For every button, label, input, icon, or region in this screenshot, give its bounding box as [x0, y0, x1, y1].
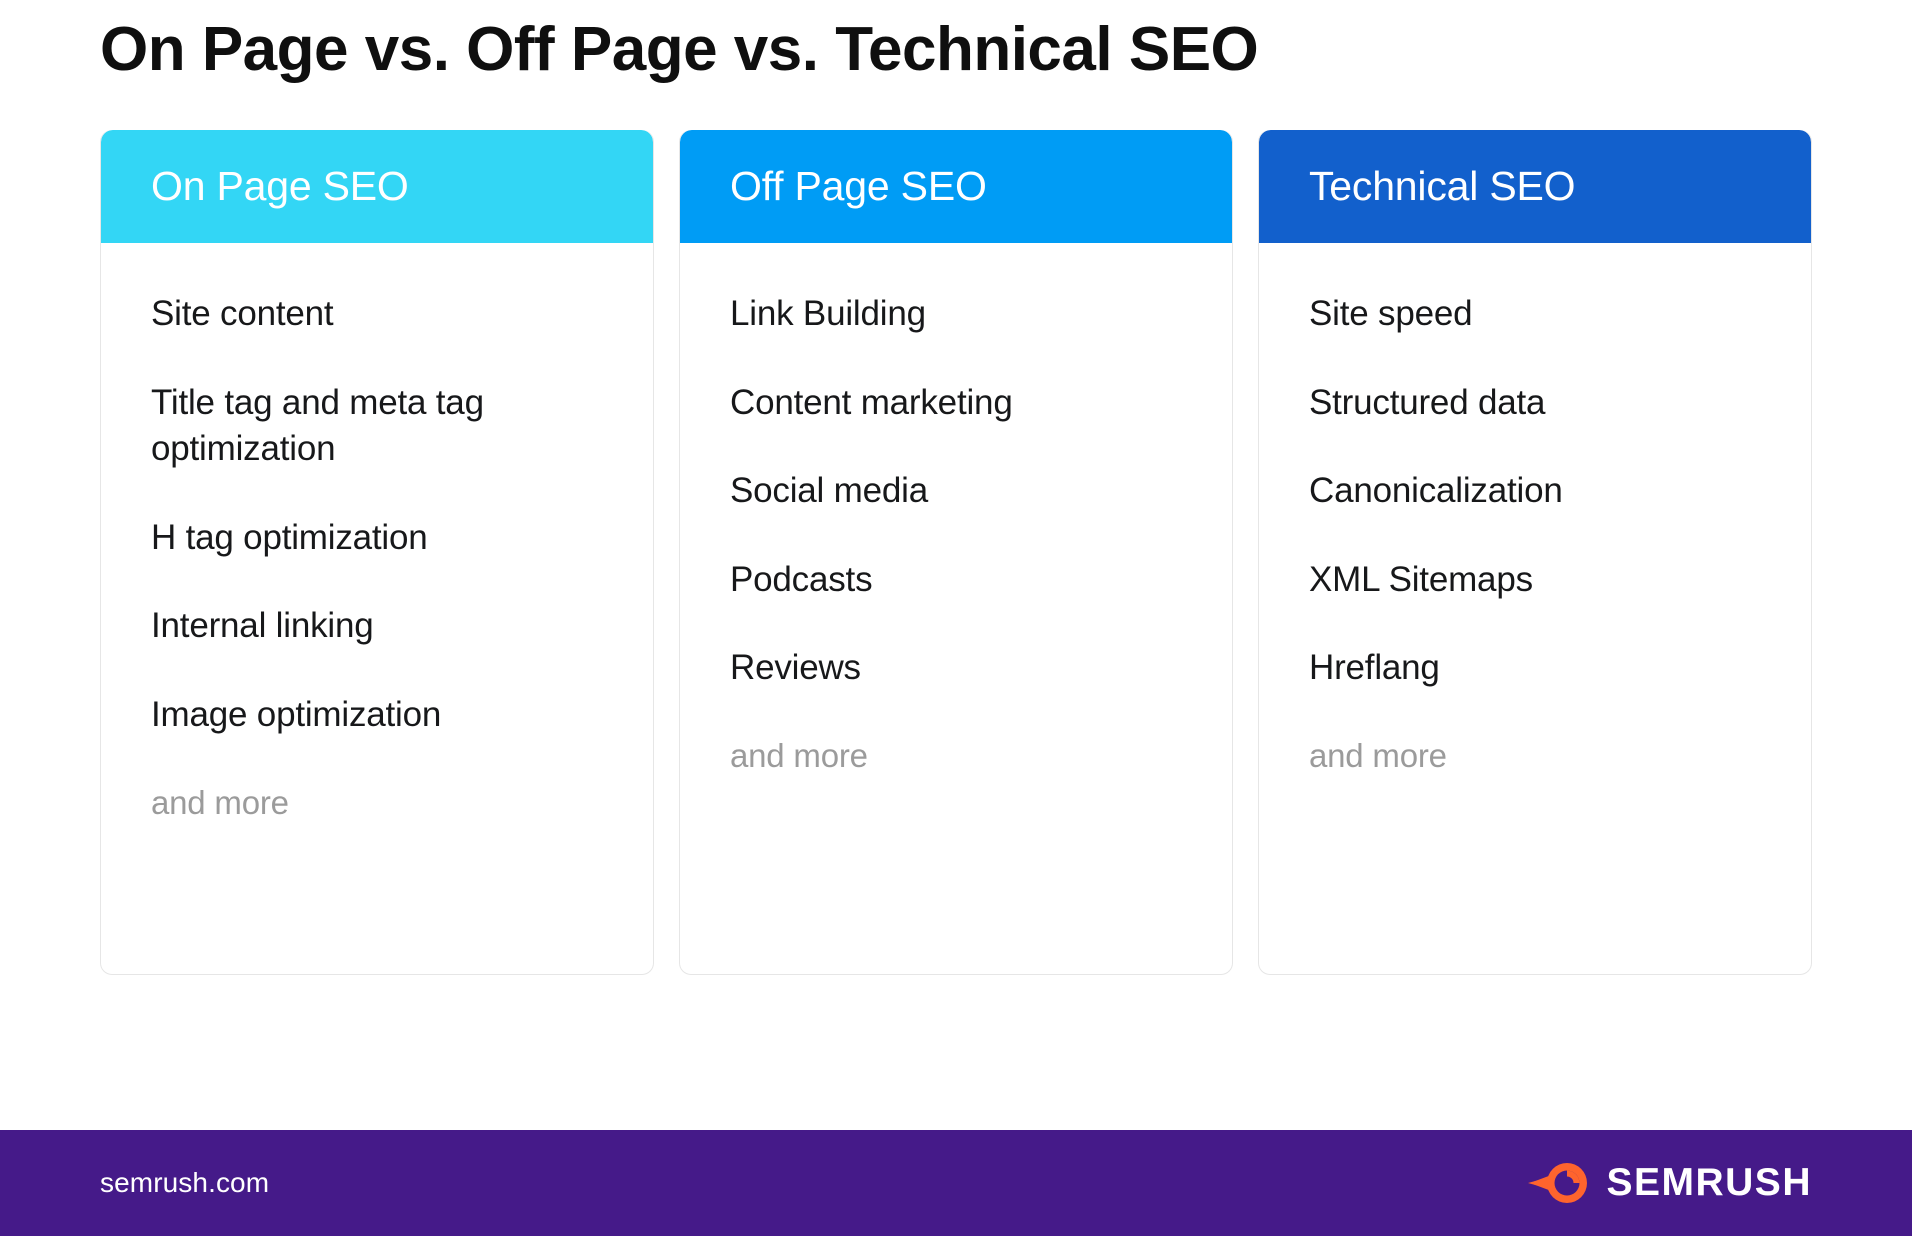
list-item-and-more: and more: [730, 737, 868, 775]
footer-url[interactable]: semrush.com: [100, 1167, 269, 1199]
list-item: Reviews: [730, 648, 861, 688]
list-item: Social media: [730, 471, 928, 511]
infographic-page: On Page vs. Off Page vs. Technical SEO O…: [0, 0, 1912, 1236]
semrush-wordmark: SEMRUSH: [1606, 1161, 1812, 1204]
list-item-and-more: and more: [1309, 737, 1447, 775]
card-off-page-seo: Off Page SEO Link Building Content marke…: [679, 130, 1233, 976]
page-title: On Page vs. Off Page vs. Technical SEO: [100, 15, 1259, 84]
list-item: XML Sitemaps: [1309, 559, 1533, 599]
list-item: Image optimization: [151, 695, 442, 735]
semrush-logo: SEMRUSH: [1528, 1161, 1812, 1205]
card-body-technical-seo: Site speed Structured data Canonicalizat…: [1259, 243, 1811, 974]
footer-bar: semrush.com SEMRUSH: [0, 1130, 1912, 1236]
card-body-off-page-seo: Link Building Content marketing Social m…: [680, 243, 1232, 974]
card-header-label: Off Page SEO: [730, 163, 987, 210]
card-header-off-page-seo: Off Page SEO: [680, 130, 1232, 244]
list-item: Site speed: [1309, 294, 1473, 334]
list-item: Content marketing: [730, 382, 1013, 422]
cards-container: On Page SEO Site content Title tag and m…: [0, 85, 1912, 1130]
card-header-on-page-seo: On Page SEO: [101, 130, 653, 244]
card-header-technical-seo: Technical SEO: [1259, 130, 1811, 244]
list-item-and-more: and more: [151, 783, 289, 821]
list-item: Internal linking: [151, 606, 374, 646]
card-technical-seo: Technical SEO Site speed Structured data…: [1258, 130, 1812, 976]
card-header-label: Technical SEO: [1309, 163, 1576, 210]
card-body-on-page-seo: Site content Title tag and meta tag opti…: [101, 243, 653, 974]
list-item: Hreflang: [1309, 648, 1440, 688]
card-header-label: On Page SEO: [151, 163, 409, 210]
list-item: Site content: [151, 294, 334, 334]
list-item: Canonicalization: [1309, 471, 1563, 511]
card-on-page-seo: On Page SEO Site content Title tag and m…: [100, 130, 654, 976]
list-item: Podcasts: [730, 559, 873, 599]
list-item: Link Building: [730, 294, 926, 334]
title-area: On Page vs. Off Page vs. Technical SEO: [0, 0, 1912, 85]
list-item: Structured data: [1309, 382, 1546, 422]
list-item: H tag optimization: [151, 517, 428, 557]
semrush-comet-icon: [1528, 1162, 1590, 1204]
list-item: Title tag and meta tag optimization: [151, 382, 484, 469]
